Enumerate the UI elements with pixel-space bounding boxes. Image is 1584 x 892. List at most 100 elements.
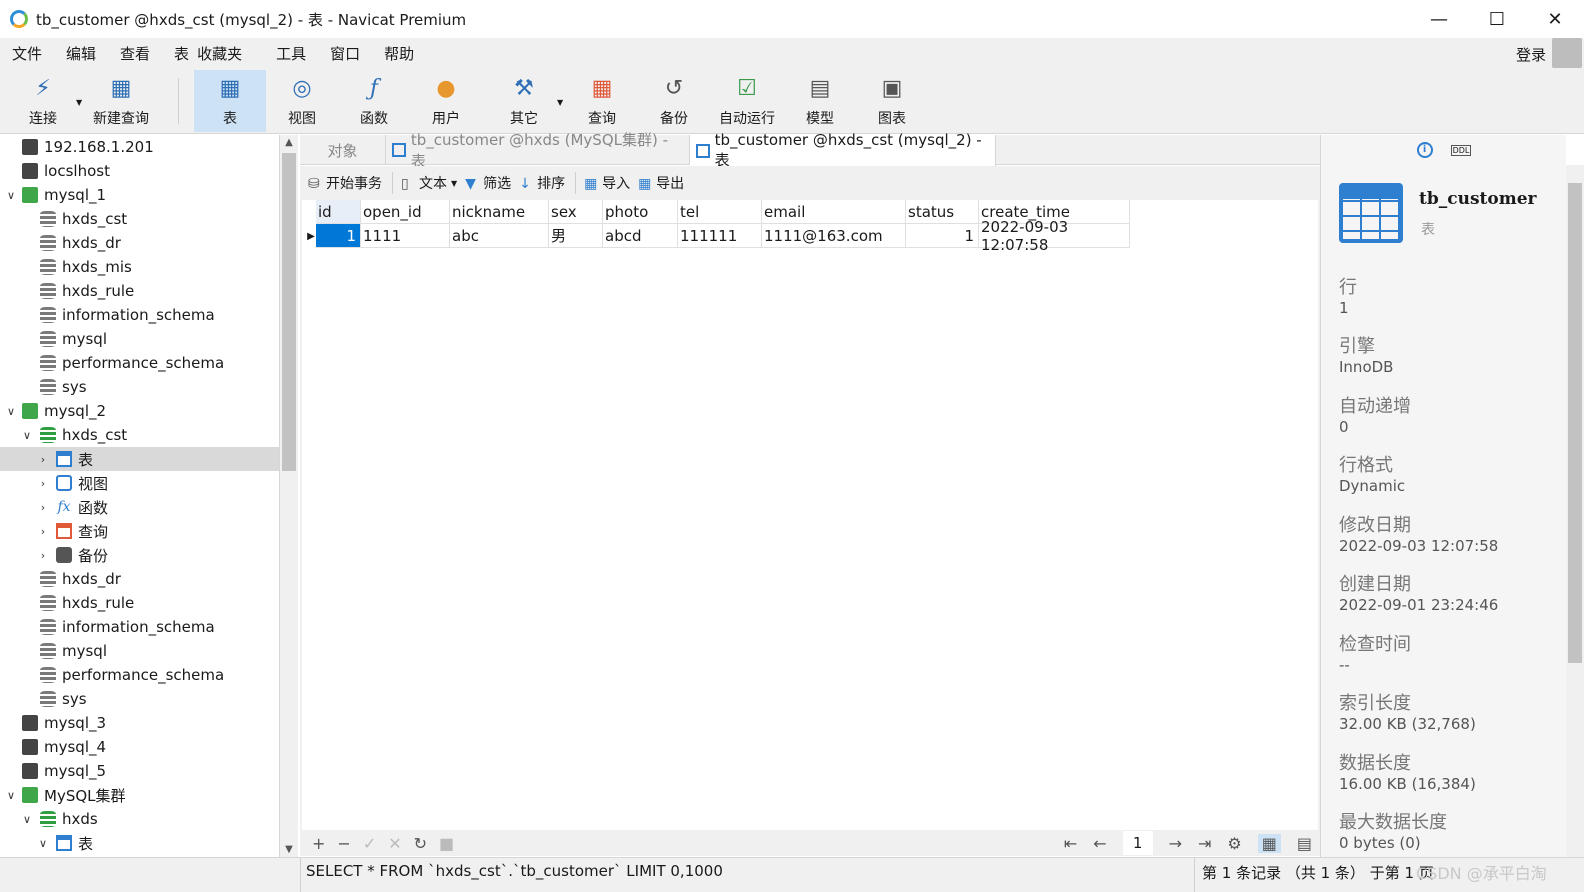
- form-view-icon[interactable]: ▤: [1297, 834, 1312, 853]
- column-header-status[interactable]: status: [906, 200, 979, 224]
- tree-node-db[interactable]: hxds_dr: [0, 231, 279, 255]
- connect-button[interactable]: ⚡ 连接: [14, 70, 72, 132]
- tree-node-db[interactable]: information_schema: [0, 615, 279, 639]
- chevron-right-icon[interactable]: ›: [36, 525, 50, 538]
- tree-node-db[interactable]: hxds_dr: [0, 567, 279, 591]
- chevron-down-icon[interactable]: ∨: [4, 789, 18, 802]
- table-cell[interactable]: 2022-09-03 12:07:58: [979, 218, 1130, 254]
- backup-button[interactable]: ↺ 备份: [644, 70, 704, 132]
- tree-node-mysql-5[interactable]: mysql_5: [0, 759, 279, 783]
- maximize-button[interactable]: ☐: [1468, 0, 1526, 38]
- scroll-up-icon[interactable]: ▲: [280, 137, 298, 148]
- close-button[interactable]: ✕: [1526, 0, 1584, 38]
- chevron-right-icon[interactable]: ›: [36, 501, 50, 514]
- tab-objects[interactable]: 对象: [300, 135, 386, 165]
- scroll-thumb[interactable]: [1568, 183, 1582, 663]
- menu-window[interactable]: 窗口: [318, 43, 372, 64]
- others-button[interactable]: ⚒ 其它: [494, 70, 554, 132]
- chevron-down-icon[interactable]: ∨: [36, 837, 50, 850]
- column-header-id[interactable]: id: [316, 200, 361, 224]
- tree-node-db[interactable]: sys: [0, 687, 279, 711]
- info-panel-scrollbar[interactable]: [1566, 165, 1584, 857]
- chevron-down-icon[interactable]: ▼: [451, 179, 457, 188]
- chart-button[interactable]: ▣ 图表: [862, 70, 922, 132]
- table-cell[interactable]: 1111: [361, 224, 450, 248]
- tree-node-db[interactable]: performance_schema: [0, 351, 279, 375]
- menu-edit[interactable]: 编辑: [54, 43, 108, 64]
- user-avatar-icon[interactable]: [1552, 38, 1582, 68]
- tree-node-views[interactable]: › 视图: [0, 471, 279, 495]
- tree-node-tables[interactable]: ∨ 表: [0, 831, 279, 855]
- table-cell[interactable]: 男: [549, 224, 603, 248]
- tree-node-mysql-4[interactable]: mysql_4: [0, 735, 279, 759]
- tree-node-functions[interactable]: › fx 函数: [0, 495, 279, 519]
- tree-node-db[interactable]: mysql: [0, 639, 279, 663]
- connect-dropdown-icon[interactable]: ▼: [76, 98, 82, 107]
- add-record-icon[interactable]: +: [312, 834, 325, 853]
- tree-scrollbar[interactable]: ▲ ▼: [280, 135, 298, 857]
- tree-node-tables[interactable]: › 表: [0, 447, 279, 471]
- export-button[interactable]: ▦ 导出: [638, 173, 684, 193]
- query-button[interactable]: ▦ 查询: [572, 70, 632, 132]
- login-link[interactable]: 登录: [1516, 44, 1546, 65]
- last-page-icon[interactable]: ⇥: [1198, 834, 1211, 853]
- ddl-icon[interactable]: DDL: [1450, 144, 1472, 156]
- scroll-thumb[interactable]: [282, 153, 296, 471]
- begin-transaction-button[interactable]: ⛁ 开始事务: [308, 173, 382, 193]
- tab-tb-customer-mysql2[interactable]: tb_customer @hxds_cst (mysql_2) - 表: [690, 131, 996, 169]
- tree-node-db[interactable]: mysql: [0, 327, 279, 351]
- table-cell[interactable]: 1: [906, 224, 979, 248]
- tree-node-mysql-3[interactable]: mysql_3: [0, 711, 279, 735]
- model-button[interactable]: ▤ 模型: [790, 70, 850, 132]
- info-icon[interactable]: i: [1416, 142, 1433, 158]
- import-button[interactable]: ▦ 导入: [584, 173, 630, 193]
- tree-node-192-168-1-201[interactable]: 192.168.1.201: [0, 135, 279, 159]
- menu-favorites[interactable]: 收藏夹: [193, 43, 254, 64]
- menu-table[interactable]: 表: [162, 43, 193, 64]
- previous-page-icon[interactable]: ←: [1093, 834, 1106, 853]
- table-cell[interactable]: abc: [450, 224, 549, 248]
- refresh-icon[interactable]: ↻: [414, 834, 427, 853]
- apply-icon[interactable]: ✓: [363, 834, 376, 853]
- chevron-right-icon[interactable]: ›: [36, 477, 50, 490]
- tree-node-db[interactable]: hxds_rule: [0, 591, 279, 615]
- column-header-email[interactable]: email: [762, 200, 906, 224]
- user-button[interactable]: ● 用户: [416, 70, 476, 132]
- minimize-button[interactable]: —: [1410, 0, 1468, 38]
- tab-tb-customer-cluster[interactable]: tb_customer @hxds (MySQL集群) - 表: [386, 131, 690, 170]
- tree-node-mysql-2[interactable]: ∨ mysql_2: [0, 399, 279, 423]
- menu-file[interactable]: 文件: [0, 43, 54, 64]
- sort-button[interactable]: ↓ 排序: [519, 173, 565, 193]
- function-button[interactable]: ƒ 函数: [344, 70, 404, 132]
- tree-node-db[interactable]: hxds_rule: [0, 279, 279, 303]
- tree-node-backups[interactable]: › 备份: [0, 543, 279, 567]
- filter-button[interactable]: ▼ 筛选: [465, 173, 511, 193]
- delete-record-icon[interactable]: −: [337, 834, 350, 853]
- table-cell[interactable]: abcd: [603, 224, 678, 248]
- table-cell[interactable]: 1: [316, 224, 361, 248]
- table-cell[interactable]: 111111: [678, 224, 762, 248]
- tree-node-db[interactable]: hxds_cst: [0, 207, 279, 231]
- chevron-down-icon[interactable]: ∨: [20, 429, 34, 442]
- chevron-down-icon[interactable]: ∨: [20, 813, 34, 826]
- tree-node-locslhost[interactable]: locslhost: [0, 159, 279, 183]
- stop-icon[interactable]: ■: [439, 834, 454, 853]
- table-button[interactable]: ▦ 表: [194, 70, 266, 132]
- new-query-button[interactable]: ▦ 新建查询: [86, 70, 156, 132]
- text-button[interactable]: ▯ 文本 ▼: [401, 173, 457, 193]
- others-dropdown-icon[interactable]: ▼: [557, 98, 563, 107]
- tree-node-mysql-cluster[interactable]: ∨ MySQL集群: [0, 783, 279, 807]
- column-header-tel[interactable]: tel: [678, 200, 762, 224]
- scroll-down-icon[interactable]: ▼: [280, 844, 298, 855]
- column-header-sex[interactable]: sex: [549, 200, 603, 224]
- column-header-open-id[interactable]: open_id: [361, 200, 450, 224]
- tree-node-db[interactable]: sys: [0, 375, 279, 399]
- tree-node-db[interactable]: hxds_mis: [0, 255, 279, 279]
- chevron-right-icon[interactable]: ›: [36, 453, 50, 466]
- tree-node-db[interactable]: information_schema: [0, 303, 279, 327]
- grid-view-icon[interactable]: ▦: [1257, 833, 1281, 853]
- table-cell[interactable]: 1111@163.com: [762, 224, 906, 248]
- gear-icon[interactable]: ⚙: [1227, 834, 1241, 853]
- column-header-photo[interactable]: photo: [603, 200, 678, 224]
- tree-node-mysql-1[interactable]: ∨ mysql_1: [0, 183, 279, 207]
